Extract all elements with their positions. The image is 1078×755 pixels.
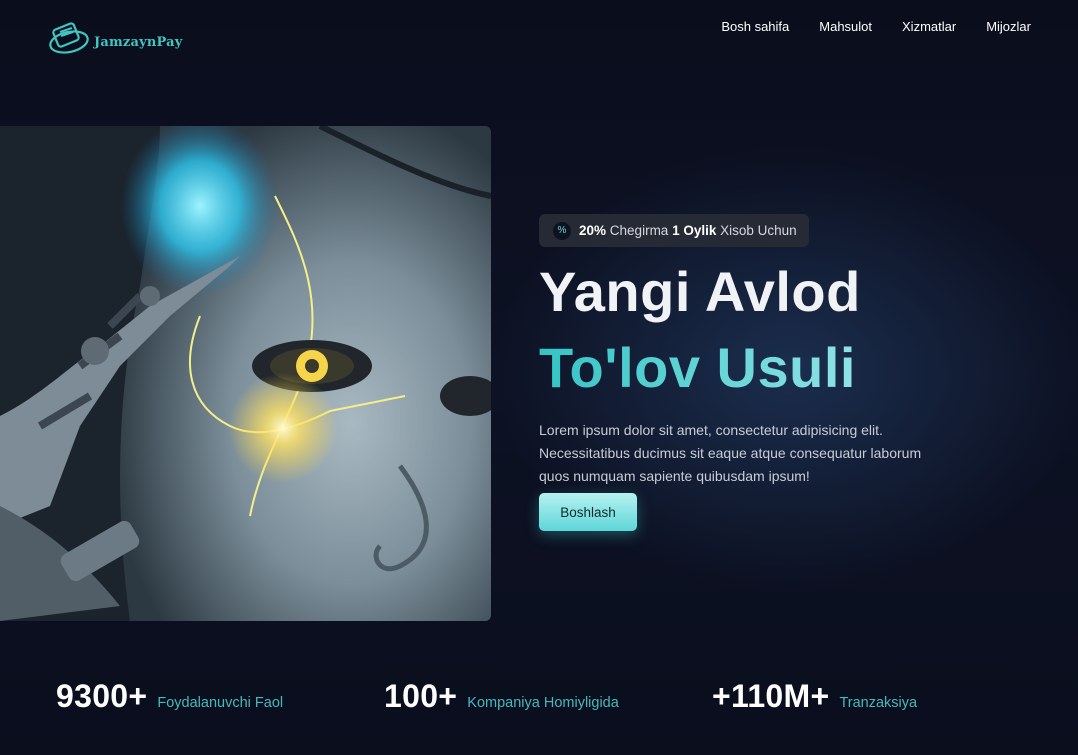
- brand-logo[interactable]: JamzaynPay: [48, 20, 183, 56]
- stat-companies: 100+ Kompaniya Homiyligida: [384, 678, 619, 715]
- badge-word1: Chegirma: [609, 223, 669, 238]
- start-button[interactable]: Boshlash: [539, 493, 637, 531]
- stat-transactions: +110M+ Tranzaksiya: [712, 678, 917, 715]
- badge-word2: Xisob Uchun: [720, 223, 797, 238]
- stat-label: Tranzaksiya: [839, 695, 918, 711]
- nav-item-bosh-sahifa[interactable]: Bosh sahifa: [721, 19, 789, 34]
- nav-item-mahsulot[interactable]: Mahsulot: [819, 19, 872, 34]
- percent-icon: %: [553, 221, 571, 240]
- hero-description: Lorem ipsum dolor sit amet, consectetur …: [539, 422, 922, 484]
- stat-value: +110M+: [712, 678, 830, 714]
- badge-text: 20% Chegirma 1 Oylik Xisob Uchun: [579, 223, 797, 238]
- main-nav: Bosh sahifa Mahsulot Xizmatlar Mijozlar: [721, 19, 1031, 34]
- nav-item-mijozlar[interactable]: Mijozlar: [986, 19, 1031, 34]
- wallet-logo-icon: [49, 22, 89, 54]
- badge-months: 1 Oylik: [672, 223, 717, 238]
- nav-item-xizmatlar[interactable]: Xizmatlar: [902, 19, 956, 34]
- hero-title-line2: To'lov Usuli: [539, 334, 856, 402]
- landing-page: JamzaynPay Bosh sahifa Mahsulot Xizmatla…: [0, 0, 1078, 755]
- robot-face-image: [0, 126, 491, 621]
- stat-value: 9300+: [56, 678, 148, 714]
- stat-label: Foydalanuvchi Faol: [157, 695, 284, 711]
- brand-name: JamzaynPay: [94, 34, 183, 50]
- stat-active-users: 9300+ Foydalanuvchi Faol: [56, 678, 283, 715]
- stat-label: Kompaniya Homiyligida: [467, 695, 619, 711]
- stat-value: 100+: [384, 678, 458, 714]
- discount-badge: % 20% Chegirma 1 Oylik Xisob Uchun: [539, 214, 809, 247]
- hero-title-line1: Yangi Avlod: [539, 260, 861, 323]
- badge-percent: 20%: [579, 223, 607, 238]
